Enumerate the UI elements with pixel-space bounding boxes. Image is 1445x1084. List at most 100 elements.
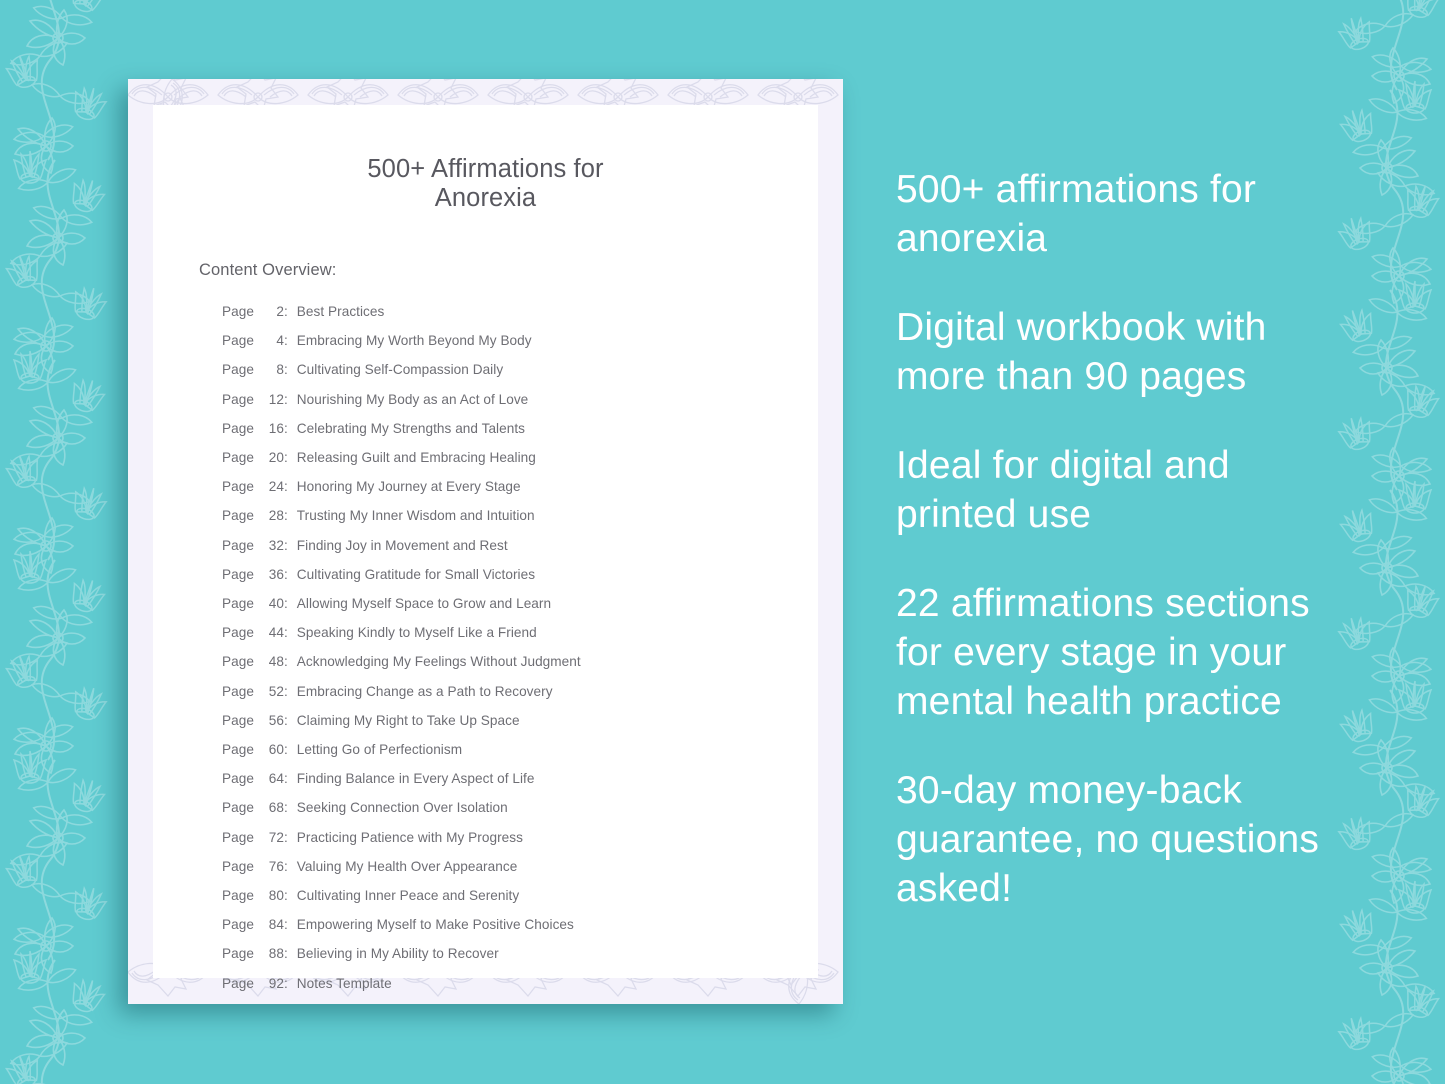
toc-page-number: 64 <box>268 771 284 787</box>
promo-feature-item: 500+ affirmations for anorexia <box>896 168 1257 260</box>
toc-page-number: 36 <box>268 566 284 582</box>
toc-colon: : <box>283 508 288 524</box>
table-of-contents-row: Page 4: Embracing My Worth Beyond My Body <box>222 326 818 355</box>
toc-page-word: Page <box>222 946 254 962</box>
toc-colon: : <box>283 946 288 962</box>
toc-page-number: 72 <box>268 829 284 845</box>
toc-page-number: 84 <box>268 917 284 933</box>
toc-page-number: 4 <box>276 333 284 349</box>
toc-page-number: 80 <box>268 888 284 904</box>
toc-colon: : <box>283 829 288 845</box>
table-of-contents-row: Page 2: Best Practices <box>222 297 818 326</box>
toc-page-number: 2 <box>276 304 284 319</box>
promo-feature-item: Ideal for digital and printed use <box>896 444 1230 536</box>
toc-entry-title: Embracing My Worth Beyond My Body <box>296 333 532 349</box>
toc-page-number: 28 <box>268 508 284 524</box>
toc-colon: : <box>283 450 288 466</box>
toc-entry-title: Releasing Guilt and Embracing Healing <box>296 450 536 466</box>
table-of-contents-row: Page 92: Notes Template <box>222 969 818 998</box>
toc-page-word: Page <box>222 917 254 933</box>
toc-entry-title: Honoring My Journey at Every Stage <box>296 479 521 495</box>
toc-page-word: Page <box>222 450 254 466</box>
toc-page-word: Page <box>222 742 254 758</box>
toc-entry-title: Embracing Change as a Path to Recovery <box>296 683 553 699</box>
toc-colon: : <box>283 683 288 699</box>
toc-colon: : <box>283 771 288 787</box>
table-of-contents-row: Page 44: Speaking Kindly to Myself Like a … <box>222 618 818 647</box>
toc-colon: : <box>283 625 288 641</box>
toc-page-word: Page <box>222 420 254 436</box>
promo-feature-item: 22 affirmations sections for every stage… <box>896 582 1310 723</box>
toc-entry-title: Notes Template <box>296 975 392 991</box>
toc-page-word: Page <box>222 712 254 728</box>
toc-entry-title: Finding Joy in Movement and Rest <box>296 537 508 553</box>
toc-colon: : <box>283 888 288 904</box>
toc-page-word: Page <box>222 654 254 670</box>
toc-page-word: Page <box>222 537 254 553</box>
page-title-line-2: Anorexia <box>434 184 537 212</box>
toc-entry-title: Claiming My Right to Take Up Space <box>296 712 520 728</box>
toc-page-number: 52 <box>268 683 284 699</box>
toc-page-number: 44 <box>268 625 284 641</box>
table-of-contents-row: Page 60: Letting Go of Perfectionism <box>222 735 818 764</box>
table-of-contents-row: Page 88: Believing in My Ability to Recove… <box>222 939 818 968</box>
toc-entry-title: Letting Go of Perfectionism <box>296 742 463 758</box>
toc-entry-title: Seeking Connection Over Isolation <box>296 800 508 816</box>
table-of-contents-row: Page 8: Cultivating Self-Compassion Daily <box>222 355 818 384</box>
document-page: 500+ Affirmations for Anorexia Content O… <box>153 105 818 991</box>
toc-page-word: Page <box>222 858 254 874</box>
toc-page-word: Page <box>222 333 254 349</box>
toc-page-number: 76 <box>268 858 284 874</box>
toc-entry-title: Best Practices <box>296 304 385 319</box>
toc-colon: : <box>283 858 288 874</box>
page-title: 500+ Affirmations for Anorexia <box>153 155 818 213</box>
toc-page-number: 16 <box>268 420 284 436</box>
toc-entry-title: Believing in My Ability to Recover <box>296 946 499 962</box>
table-of-contents-row: Page 36: Cultivating Gratitude for Small V… <box>222 560 818 589</box>
toc-entry-title: Acknowledging My Feelings Without Judgme… <box>296 654 581 670</box>
floral-vine-border-icon-left <box>0 0 130 1084</box>
toc-entry-title: Cultivating Self-Compassion Daily <box>296 362 504 378</box>
toc-colon: : <box>283 420 288 436</box>
toc-page-number: 20 <box>268 450 284 466</box>
toc-colon: : <box>283 917 288 933</box>
toc-page-word: Page <box>222 566 254 582</box>
toc-page-number: 92 <box>268 975 284 991</box>
toc-colon: : <box>283 654 288 670</box>
toc-page-number: 48 <box>268 654 284 670</box>
toc-colon: : <box>283 304 288 319</box>
toc-colon: : <box>283 479 288 495</box>
toc-entry-title: Nourishing My Body as an Act of Love <box>296 391 529 407</box>
table-of-contents-row: Page 16: Celebrating My Strengths and Tale… <box>222 414 818 443</box>
toc-page-number: 12 <box>268 391 284 407</box>
page-title-line-1: 500+ Affirmations for <box>367 155 604 183</box>
toc-page-word: Page <box>222 304 254 319</box>
promo-feature-list: 500+ affirmations for anorexia Digital wo… <box>896 165 1348 913</box>
toc-page-word: Page <box>222 683 254 699</box>
table-of-contents-row: Page 40: Allowing Myself Space to Grow and… <box>222 589 818 618</box>
toc-page-word: Page <box>222 362 254 378</box>
toc-colon: : <box>283 537 288 553</box>
toc-entry-title: Allowing Myself Space to Grow and Learn <box>296 596 552 612</box>
table-of-contents-row: Page 80: Cultivating Inner Peace and Seren… <box>222 881 818 910</box>
toc-page-word: Page <box>222 596 254 612</box>
toc-page-word: Page <box>222 771 254 787</box>
toc-colon: : <box>283 391 288 407</box>
promo-feature-item: Digital workbook with more than 90 pages <box>896 306 1267 398</box>
toc-page-number: 8 <box>276 362 284 378</box>
toc-colon: : <box>283 333 288 349</box>
toc-colon: : <box>283 362 288 378</box>
toc-page-word: Page <box>222 508 254 524</box>
table-of-contents-row: Page 28: Trusting My Inner Wisdom and Intu… <box>222 501 818 530</box>
toc-page-word: Page <box>222 829 254 845</box>
content-overview-label: Content Overview: <box>199 261 337 279</box>
table-of-contents-row: Page 68: Seeking Connection Over Isolation <box>222 793 818 822</box>
toc-entry-title: Valuing My Health Over Appearance <box>296 858 518 874</box>
toc-colon: : <box>283 800 288 816</box>
toc-entry-title: Celebrating My Strengths and Talents <box>296 420 526 436</box>
toc-entry-title: Cultivating Gratitude for Small Victorie… <box>296 566 536 582</box>
toc-colon: : <box>283 712 288 728</box>
table-of-contents-row: Page 52: Embracing Change as a Path to Rec… <box>222 677 818 706</box>
toc-colon: : <box>283 596 288 612</box>
toc-entry-title: Cultivating Inner Peace and Serenity <box>296 888 520 904</box>
